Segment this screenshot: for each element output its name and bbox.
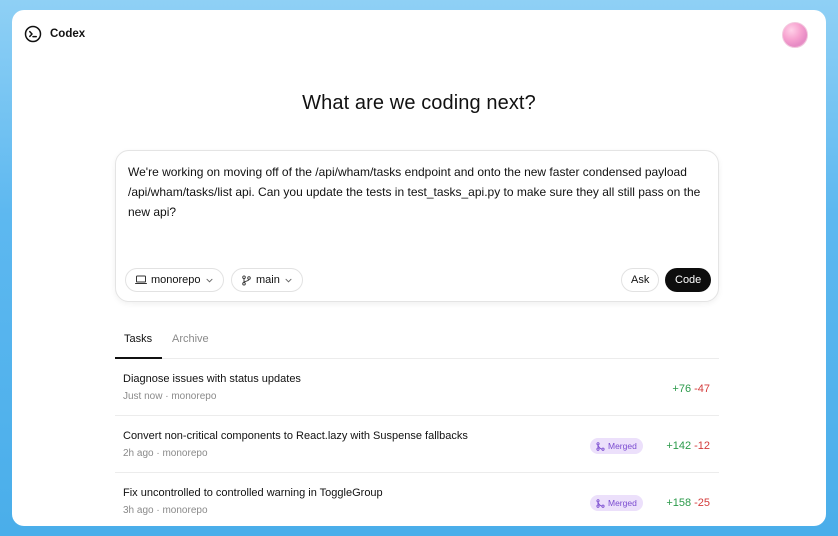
chevron-down-icon: [206, 278, 213, 283]
task-meta: 3h ago · monorepo: [123, 505, 208, 516]
diff-stats: +158 -25: [666, 497, 710, 509]
git-merge-icon: [596, 441, 605, 451]
branch-selector[interactable]: main: [231, 268, 303, 292]
git-merge-icon: [596, 498, 605, 508]
additions-count: +158: [666, 497, 692, 509]
additions-count: +76: [672, 383, 692, 395]
deletions-count: -25: [694, 497, 710, 509]
additions-count: +142: [666, 440, 692, 452]
code-button[interactable]: Code: [665, 268, 712, 292]
app-window: Codex What are we coding next? We're wor…: [12, 10, 826, 526]
diff-stats: +76 -47: [672, 383, 710, 395]
repo-selector[interactable]: monorepo: [125, 268, 224, 292]
task-title: Fix uncontrolled to controlled warning i…: [123, 487, 383, 499]
deletions-count: -47: [694, 383, 710, 395]
prompt-input[interactable]: We're working on moving off of the /api/…: [128, 162, 708, 222]
task-row[interactable]: Convert non-critical components to React…: [115, 416, 719, 473]
avatar[interactable]: [782, 22, 808, 48]
badge-label: Merged: [608, 498, 637, 508]
task-title: Diagnose issues with status updates: [123, 373, 301, 385]
diff-stats: +142 -12: [666, 440, 710, 452]
app-title[interactable]: Codex: [50, 28, 85, 40]
repo-label: monorepo: [151, 274, 201, 286]
prompt-composer[interactable]: We're working on moving off of the /api/…: [115, 150, 719, 302]
laptop-icon: [135, 275, 147, 284]
merged-badge: Merged: [590, 495, 643, 511]
terminal-prompt-icon[interactable]: [24, 25, 42, 43]
branch-label: main: [256, 274, 280, 286]
tab-tasks[interactable]: Tasks: [124, 333, 152, 345]
ask-button[interactable]: Ask: [621, 268, 660, 292]
task-row[interactable]: Diagnose issues with status updates Just…: [115, 359, 719, 416]
task-tabs: Tasks Archive: [115, 328, 719, 359]
task-title: Convert non-critical components to React…: [123, 430, 468, 442]
page-title: What are we coding next?: [302, 92, 536, 114]
git-branch-icon: [242, 274, 251, 286]
deletions-count: -12: [694, 440, 710, 452]
chevron-down-icon: [285, 278, 292, 283]
badge-label: Merged: [608, 441, 637, 451]
header: Codex: [24, 25, 85, 43]
tab-archive[interactable]: Archive: [172, 333, 209, 345]
task-row[interactable]: Fix uncontrolled to controlled warning i…: [115, 473, 719, 526]
task-meta: Just now · monorepo: [123, 391, 217, 402]
merged-badge: Merged: [590, 438, 643, 454]
task-list: Diagnose issues with status updates Just…: [115, 359, 719, 526]
task-meta: 2h ago · monorepo: [123, 448, 208, 459]
